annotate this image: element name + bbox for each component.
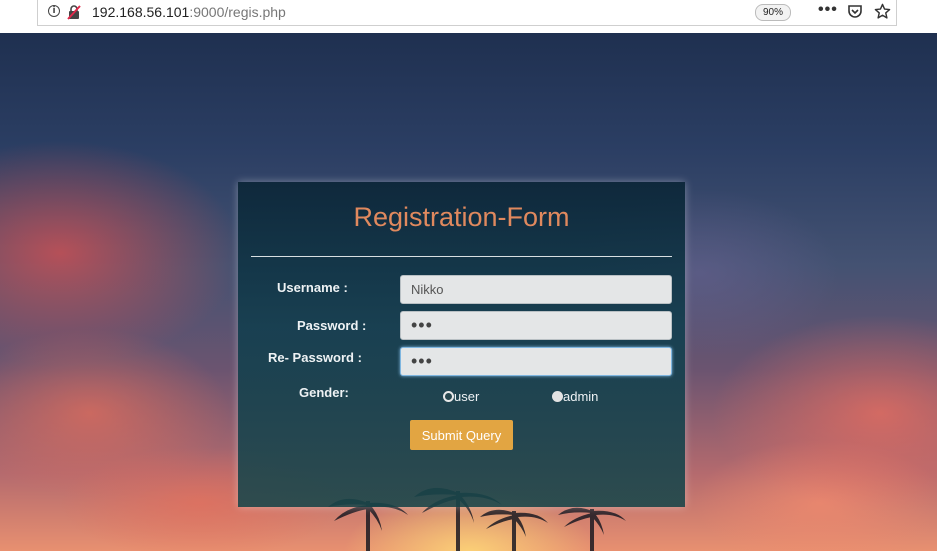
gender-option-user[interactable]: user: [443, 389, 479, 404]
url-host: 192.168.56.101: [92, 4, 190, 20]
url-text[interactable]: 192.168.56.101:9000/regis.php: [92, 4, 286, 20]
gender-option-admin[interactable]: admin: [552, 389, 598, 404]
background-image: Registration-Form Username : Password : …: [0, 33, 937, 551]
radio-admin-label: admin: [563, 389, 599, 404]
star-icon[interactable]: [874, 3, 891, 20]
pocket-icon[interactable]: [847, 4, 863, 20]
username-input[interactable]: [400, 275, 672, 304]
password-label: Password :: [297, 318, 367, 333]
insecure-lock-icon[interactable]: [66, 4, 82, 20]
url-path: :9000/regis.php: [189, 4, 286, 20]
info-icon[interactable]: i: [48, 5, 60, 17]
username-label: Username :: [277, 280, 348, 295]
zoom-indicator[interactable]: 90%: [755, 4, 792, 21]
registration-form-panel: Registration-Form Username : Password : …: [238, 182, 685, 507]
title-divider: [251, 256, 672, 257]
password-input[interactable]: •••: [400, 311, 672, 340]
page-actions-button[interactable]: •••: [818, 1, 838, 19]
submit-button[interactable]: Submit Query: [410, 420, 513, 450]
gender-label: Gender:: [299, 385, 349, 400]
repassword-input[interactable]: •••: [400, 347, 672, 376]
repassword-label: Re- Password :: [268, 350, 362, 365]
radio-user[interactable]: [443, 391, 454, 402]
address-bar[interactable]: i 192.168.56.101:9000/regis.php 90% •••: [37, 0, 897, 26]
form-title: Registration-Form: [353, 202, 570, 232]
radio-user-label: user: [454, 389, 480, 404]
radio-admin[interactable]: [552, 391, 563, 402]
